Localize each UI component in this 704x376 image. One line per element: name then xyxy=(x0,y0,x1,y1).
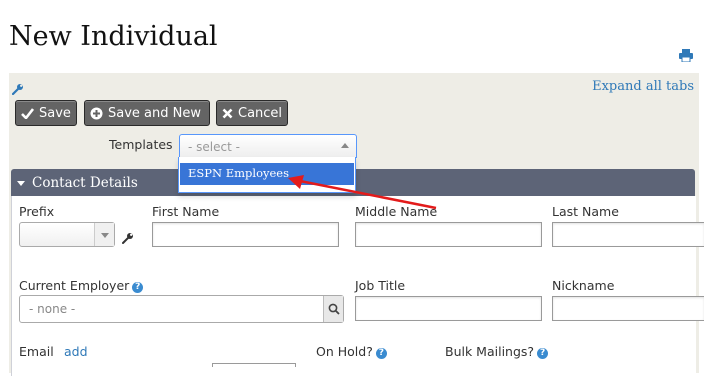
annotation-arrow xyxy=(288,175,437,210)
